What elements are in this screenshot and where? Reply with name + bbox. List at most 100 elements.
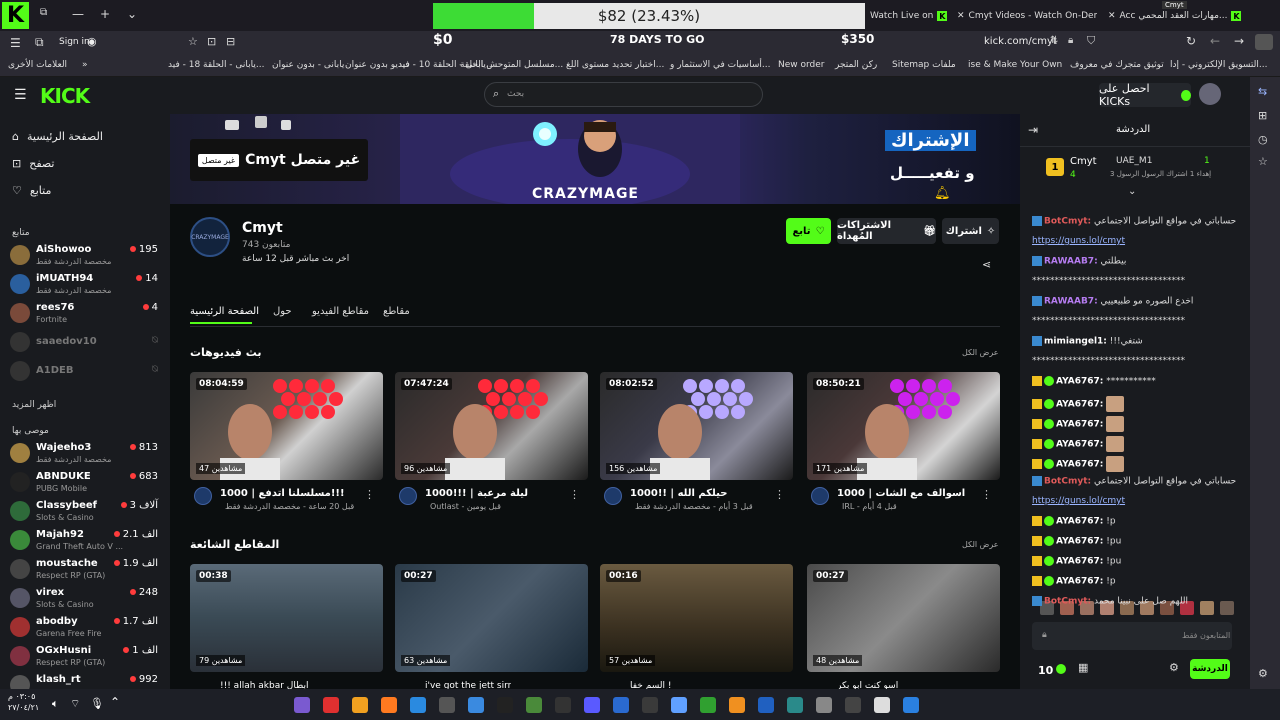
settings-icon[interactable]: ⚙ — [1258, 667, 1268, 680]
share-icon[interactable]: ⋖ — [982, 258, 991, 271]
sign-in-button[interactable]: Sign in — [59, 37, 90, 47]
sidebar-channel[interactable]: iMUATH94 مخصصة الدردشة فقط 14 — [10, 271, 162, 299]
bookmark[interactable]: مسلسل المتوحش الحلقة... — [460, 60, 563, 70]
bookmark[interactable]: يابانى - بدون عنوان — [272, 60, 344, 70]
chat-username[interactable]: BotCmyt: — [1044, 597, 1091, 607]
menu-icon[interactable]: ☰ — [14, 87, 27, 103]
chat-username[interactable]: AYA6767: — [1056, 440, 1103, 450]
sidebar-channel[interactable]: ABNDUKE PUBG Mobile 683 — [10, 469, 162, 497]
wifi-icon[interactable]: ⌔ — [70, 697, 80, 711]
sidebar-channel[interactable]: saaedov10 ⍉ — [10, 329, 162, 357]
follow-button[interactable]: تابع ♡ — [786, 218, 831, 244]
sidebar-channel[interactable]: Wajeeho3 مخصصة الدردشة فقط 813 — [10, 440, 162, 468]
clip-title[interactable]: أسو كنت أبو بكر — [837, 681, 898, 689]
browser-tab-active[interactable]: ✕ Cmyt Videos - Watch On-Dem K — [957, 4, 1097, 28]
channel-avatar[interactable] — [604, 487, 622, 505]
search-input[interactable]: ⌕ بحث — [484, 82, 763, 107]
kick-logo-icon[interactable]: K — [2, 2, 29, 29]
video-title[interactable]: 1000 | مسلسلنا اتدفع!!! — [220, 488, 345, 499]
chat-username[interactable]: RAWAAB7: — [1044, 257, 1098, 267]
gear-icon[interactable]: ⚙ — [1169, 661, 1179, 674]
calendar-icon[interactable]: ▦ — [1078, 661, 1088, 674]
back-icon[interactable]: → — [1234, 34, 1244, 48]
video-thumbnail[interactable]: 08:50:21 171 مشاهدين — [807, 372, 1000, 480]
pip-icon[interactable]: ⊟ — [226, 35, 235, 48]
clip-title[interactable]: !!! allah akbar أبطال — [220, 681, 308, 689]
taskbar-app-icon[interactable] — [323, 697, 339, 713]
chat-username[interactable]: AYA6767: — [1056, 517, 1103, 527]
video-thumbnail[interactable]: 07:47:24 96 مشاهدين — [395, 372, 588, 480]
bookmark[interactable]: اختبار تحديد مستوى اللغ... — [566, 60, 664, 70]
more-options-icon[interactable]: ⋮ — [569, 488, 580, 501]
taskbar-app-icon[interactable] — [700, 697, 716, 713]
taskbar-app-icon[interactable] — [294, 697, 310, 713]
taskbar-app-icon[interactable] — [352, 697, 368, 713]
nav-browse[interactable]: ⊡ تصفح — [12, 157, 54, 170]
channel-avatar[interactable] — [194, 487, 212, 505]
account-icon[interactable]: ◉ — [87, 35, 97, 48]
taskbar-app-icon[interactable] — [526, 697, 542, 713]
video-card[interactable]: 08:04:59 47 مشاهدين 1000 | مسلسلنا اتدفع!!… — [190, 372, 383, 517]
chat-link[interactable]: https://guns.lol/cmyt — [1032, 496, 1125, 506]
chat-username[interactable]: RAWAAB7: — [1044, 297, 1098, 307]
extension-icon[interactable]: ⧉ — [35, 35, 44, 50]
subscribe-button[interactable]: اشتراك ✧ — [942, 218, 999, 244]
clips-view-all[interactable]: عرض الكل — [962, 540, 999, 549]
clip-card[interactable]: 00:27 48 مشاهدين — [807, 564, 1000, 672]
bookmark[interactable]: Sitemap ملفات — [892, 60, 956, 70]
points-icon[interactable] — [1056, 664, 1066, 674]
tray-chevron-icon[interactable]: ⌃ — [110, 695, 120, 709]
shield-icon[interactable]: ⛉ — [1087, 34, 1095, 48]
video-card[interactable]: 08:02:52 156 مشاهدين 1000!! | حيلكم الله قب… — [600, 372, 793, 517]
clock[interactable]: ٠٣:٠٥ م ٢٧/٠٤/٢١ — [8, 691, 39, 713]
mic-icon[interactable]: 🎙︎ — [90, 697, 104, 710]
taskbar-app-icon[interactable] — [671, 697, 687, 713]
clip-card[interactable]: 00:16 57 مشاهدين — [600, 564, 793, 672]
chat-username[interactable]: AYA6767: — [1056, 420, 1103, 430]
menu-icon[interactable]: ☰ — [10, 36, 21, 50]
chat-username[interactable]: AYA6767: — [1056, 400, 1103, 410]
bookmark[interactable]: ركن المتجر — [835, 60, 877, 70]
send-chat-button[interactable]: الدردشة — [1190, 659, 1230, 679]
volume-icon[interactable]: 🔈︎ — [52, 697, 59, 711]
video-card[interactable]: 08:50:21 171 مشاهدين 1000 | اسوالف مع الشا… — [807, 372, 1000, 517]
tab-list-icon[interactable]: + — [100, 7, 110, 21]
chat-username[interactable]: BotCmyt: — [1044, 217, 1091, 227]
taskbar-app-icon[interactable] — [729, 697, 745, 713]
sidebar-channel[interactable]: abodby Garena Free Fire 1.7 الف — [10, 614, 162, 642]
sidebar-channel[interactable]: moustache Respect RP (GTA) 1.9 الف — [10, 556, 162, 584]
lock-icon[interactable]: 🔒︎ — [1068, 35, 1073, 46]
taskbar-app-icon[interactable] — [758, 697, 774, 713]
chat-username[interactable]: AYA6767: — [1056, 537, 1103, 547]
close-icon[interactable]: ✕ — [957, 11, 965, 21]
reload-icon[interactable]: ↻ — [1186, 34, 1196, 48]
notifications-off-icon[interactable]: ⍉ — [152, 364, 158, 375]
browser-tab[interactable]: Watch Live on K — [870, 4, 950, 28]
chat-username[interactable]: BotCmyt: — [1044, 477, 1091, 487]
show-more-link[interactable]: اظهر المزيد — [12, 400, 56, 410]
history-icon[interactable]: ◷ — [1258, 133, 1268, 146]
video-thumbnail[interactable]: 08:02:52 156 مشاهدين — [600, 372, 793, 480]
taskbar-app-icon[interactable] — [903, 697, 919, 713]
minimize-icon[interactable]: — — [72, 7, 84, 21]
kick-logo[interactable]: KICK — [40, 84, 90, 108]
nav-home[interactable]: ⌂ الصفحة الرئيسية — [12, 130, 103, 143]
sidebar-channel[interactable]: rees76 Fortnite 4 — [10, 300, 162, 328]
taskbar-app-icon[interactable] — [584, 697, 600, 713]
window-menu-icon[interactable]: ⧉ — [40, 7, 47, 18]
chevron-down-icon[interactable]: ⌄ — [127, 7, 137, 21]
taskbar-app-icon[interactable] — [845, 697, 861, 713]
chat-sidebar-icon[interactable]: ⇆ — [1258, 85, 1267, 98]
taskbar-app-icon[interactable] — [497, 697, 513, 713]
sidebar-channel[interactable]: AiShowoo مخصصة الدردشة فقط 195 — [10, 242, 162, 270]
close-icon[interactable]: ✕ — [1108, 11, 1116, 21]
bookmark[interactable]: يابانى - الحلقة 18 - فيد... — [168, 60, 265, 70]
chat-username[interactable]: AYA6767: — [1056, 460, 1103, 470]
star-icon[interactable]: ☆ — [1258, 155, 1268, 168]
chevron-right-icon[interactable]: » — [82, 60, 88, 70]
clip-title[interactable]: السم خفا ! — [630, 681, 671, 689]
gift-subs-button[interactable]: الاشتراكات المُهداة 🎁︎ — [837, 218, 936, 244]
tab-clips[interactable]: مقاطع — [383, 306, 410, 317]
bookmark[interactable]: ise & Make Your Own — [968, 60, 1062, 70]
clip-card[interactable]: 00:38 79 مشاهدين — [190, 564, 383, 672]
